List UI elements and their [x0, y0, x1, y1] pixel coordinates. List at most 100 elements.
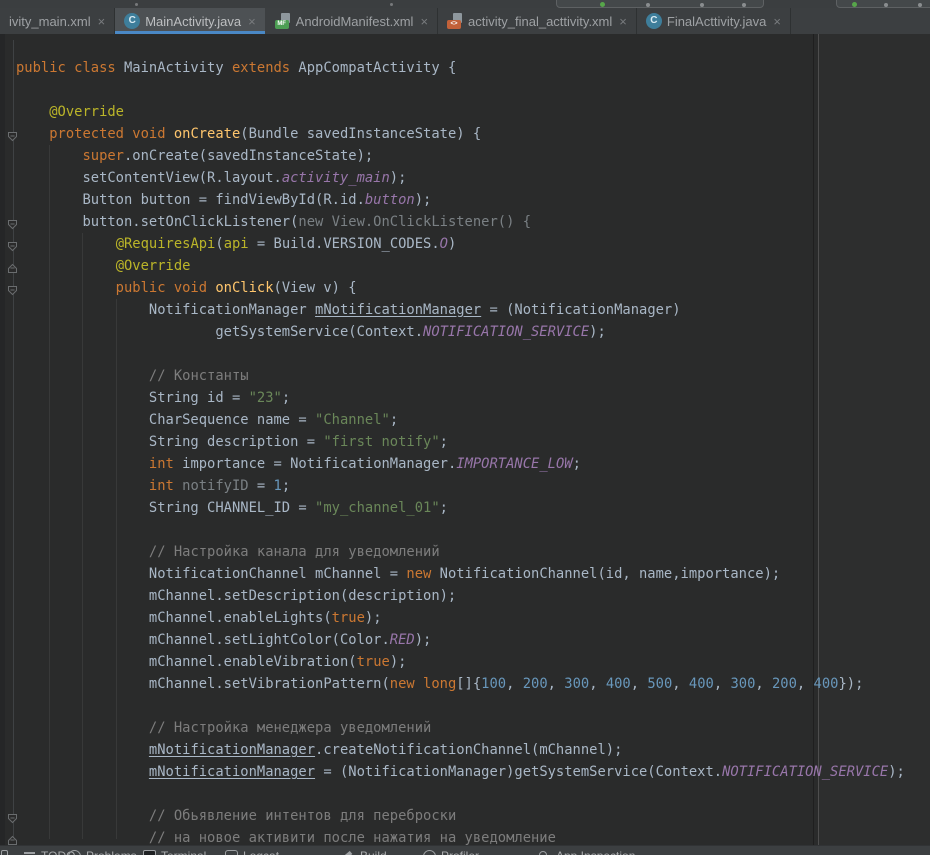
close-tab-icon[interactable]: ×: [248, 15, 256, 28]
code-line[interactable]: super.onCreate(savedInstanceState);: [0, 145, 930, 167]
code-token: );: [589, 324, 606, 340]
tool-window-button-profiler[interactable]: Profiler: [423, 849, 479, 855]
code-editor[interactable]: public class MainActivity extends AppCom…: [0, 34, 930, 845]
code-line[interactable]: [0, 519, 930, 541]
code-line[interactable]: [0, 79, 930, 101]
code-token: NOTIFICATION_SERVICE: [423, 324, 589, 340]
code-line[interactable]: @RequiresApi(api = Build.VERSION_CODES.O…: [0, 233, 930, 255]
code-line[interactable]: NotificationChannel mChannel = new Notif…: [0, 563, 930, 585]
code-line[interactable]: mChannel.setLightColor(Color.RED);: [0, 629, 930, 651]
code-token: notifyID: [182, 478, 248, 494]
tab-androidmanifest-xml[interactable]: MFAndroidManifest.xml×: [266, 8, 438, 34]
close-tab-icon[interactable]: ×: [773, 15, 781, 28]
tool-window-label: Build: [360, 849, 387, 855]
toolbar-icon[interactable]: [700, 3, 704, 7]
tab-mainactivity-java[interactable]: CMainActivity.java×: [115, 8, 265, 34]
code-line[interactable]: button.setOnClickListener(new View.OnCli…: [0, 211, 930, 233]
code-line[interactable]: [0, 783, 930, 805]
tool-window-button-logcat[interactable]: Logcat: [225, 849, 279, 855]
code-token: public void: [16, 280, 215, 296]
tab-activity-final-acttivity-xml[interactable]: <>activity_final_acttivity.xml×: [438, 8, 637, 34]
code-line[interactable]: mChannel.setDescription(description);: [0, 585, 930, 607]
tab-finalacttivity-java[interactable]: CFinalActtivity.java×: [637, 8, 791, 34]
code-line[interactable]: Button button = findViewById(R.id.button…: [0, 189, 930, 211]
code-token: NOTIFICATION_SERVICE: [722, 764, 888, 780]
code-token: String id =: [16, 390, 249, 406]
tab-label: ivity_main.xml: [9, 14, 91, 29]
code-line[interactable]: mChannel.enableVibration(true);: [0, 651, 930, 673]
toolbar-icon[interactable]: [742, 3, 746, 7]
terminal-icon: [143, 850, 156, 855]
fold-collapse-icon[interactable]: [7, 283, 18, 294]
code-line[interactable]: protected void onCreate(Bundle savedInst…: [0, 123, 930, 145]
code-line[interactable]: @Override: [0, 101, 930, 123]
tool-window-button-build[interactable]: Build: [342, 849, 387, 855]
code-token: onClick: [215, 280, 273, 296]
fold-end-icon[interactable]: [7, 261, 18, 272]
code-token: new: [406, 566, 439, 582]
close-tab-icon[interactable]: ×: [619, 15, 627, 28]
code-token: new long: [390, 676, 456, 692]
fold-collapse-icon[interactable]: [7, 239, 18, 250]
tab-ivity-main-xml[interactable]: ivity_main.xml ×: [0, 8, 115, 34]
run-configuration-widget[interactable]: [556, 0, 764, 8]
tool-window-button-problems[interactable]: Problems: [68, 849, 137, 855]
code-line[interactable]: // Константы: [0, 365, 930, 387]
code-token: = Build.VERSION_CODES.: [249, 236, 440, 252]
code-token: mChannel.setLightColor(Color.: [16, 632, 390, 648]
code-line[interactable]: mChannel.enableLights(true);: [0, 607, 930, 629]
code-token: // на новое активити после нажатия на ув…: [149, 830, 556, 846]
code-line[interactable]: mChannel.setVibrationPattern(new long[]{…: [0, 673, 930, 695]
code-line[interactable]: String id = "23";: [0, 387, 930, 409]
code-line[interactable]: String description = "first notify";: [0, 431, 930, 453]
code-token: 400: [814, 676, 839, 692]
close-tab-icon[interactable]: ×: [98, 15, 106, 28]
code-line[interactable]: setContentView(R.layout.activity_main);: [0, 167, 930, 189]
code-token: ;: [282, 390, 290, 406]
fold-collapse-icon[interactable]: [7, 811, 18, 822]
code-line[interactable]: String CHANNEL_ID = "my_channel_01";: [0, 497, 930, 519]
tool-window-button-terminal[interactable]: Terminal: [143, 849, 206, 855]
toolbar-icon[interactable]: [646, 3, 650, 7]
code-line[interactable]: getSystemService(Context.NOTIFICATION_SE…: [0, 321, 930, 343]
code-token: ,: [755, 676, 772, 692]
code-line[interactable]: // Настройка менеджера уведомлений: [0, 717, 930, 739]
code-token: [16, 742, 149, 758]
fold-collapse-icon[interactable]: [7, 217, 18, 228]
code-line[interactable]: NotificationManager mNotificationManager…: [0, 299, 930, 321]
code-line[interactable]: public void onClick(View v) {: [0, 277, 930, 299]
code-line[interactable]: @Override: [0, 255, 930, 277]
code-token: [16, 236, 116, 252]
code-line[interactable]: mNotificationManager.createNotificationC…: [0, 739, 930, 761]
code-area[interactable]: public class MainActivity extends AppCom…: [0, 57, 930, 849]
toolbar-icon[interactable]: [884, 3, 888, 7]
tool-window-button-app-inspection[interactable]: App Inspection: [538, 849, 635, 855]
fold-collapse-icon[interactable]: [7, 129, 18, 140]
toolbar-icon[interactable]: [918, 3, 922, 7]
code-line[interactable]: [0, 343, 930, 365]
code-line[interactable]: CharSequence name = "Channel";: [0, 409, 930, 431]
close-tab-icon[interactable]: ×: [420, 15, 428, 28]
problems-icon: [68, 850, 81, 855]
device-widget[interactable]: [836, 0, 930, 8]
fold-end-icon[interactable]: [7, 833, 18, 844]
code-line[interactable]: // Настройка канала для уведомлений: [0, 541, 930, 563]
code-line[interactable]: int notifyID = 1;: [0, 475, 930, 497]
code-line[interactable]: public class MainActivity extends AppCom…: [0, 57, 930, 79]
code-line[interactable]: [0, 695, 930, 717]
window-icon[interactable]: [1, 850, 8, 855]
code-line[interactable]: mNotificationManager = (NotificationMana…: [0, 761, 930, 783]
tool-window-label: App Inspection: [556, 849, 635, 855]
code-token: MainActivity: [124, 60, 232, 76]
code-token: ,: [714, 676, 731, 692]
code-line[interactable]: int importance = NotificationManager.IMP…: [0, 453, 930, 475]
code-token: (: [215, 236, 223, 252]
device-run-icon[interactable]: [852, 2, 857, 7]
file-band-shape: MF: [275, 20, 289, 29]
profiler-icon: [423, 850, 436, 855]
run-icon[interactable]: [600, 2, 605, 7]
code-token: NotificationManager: [16, 302, 315, 318]
code-token: NotificationChannel mChannel =: [16, 566, 406, 582]
code-line[interactable]: // Обьявление интентов для переброски: [0, 805, 930, 827]
code-token: [16, 830, 149, 846]
